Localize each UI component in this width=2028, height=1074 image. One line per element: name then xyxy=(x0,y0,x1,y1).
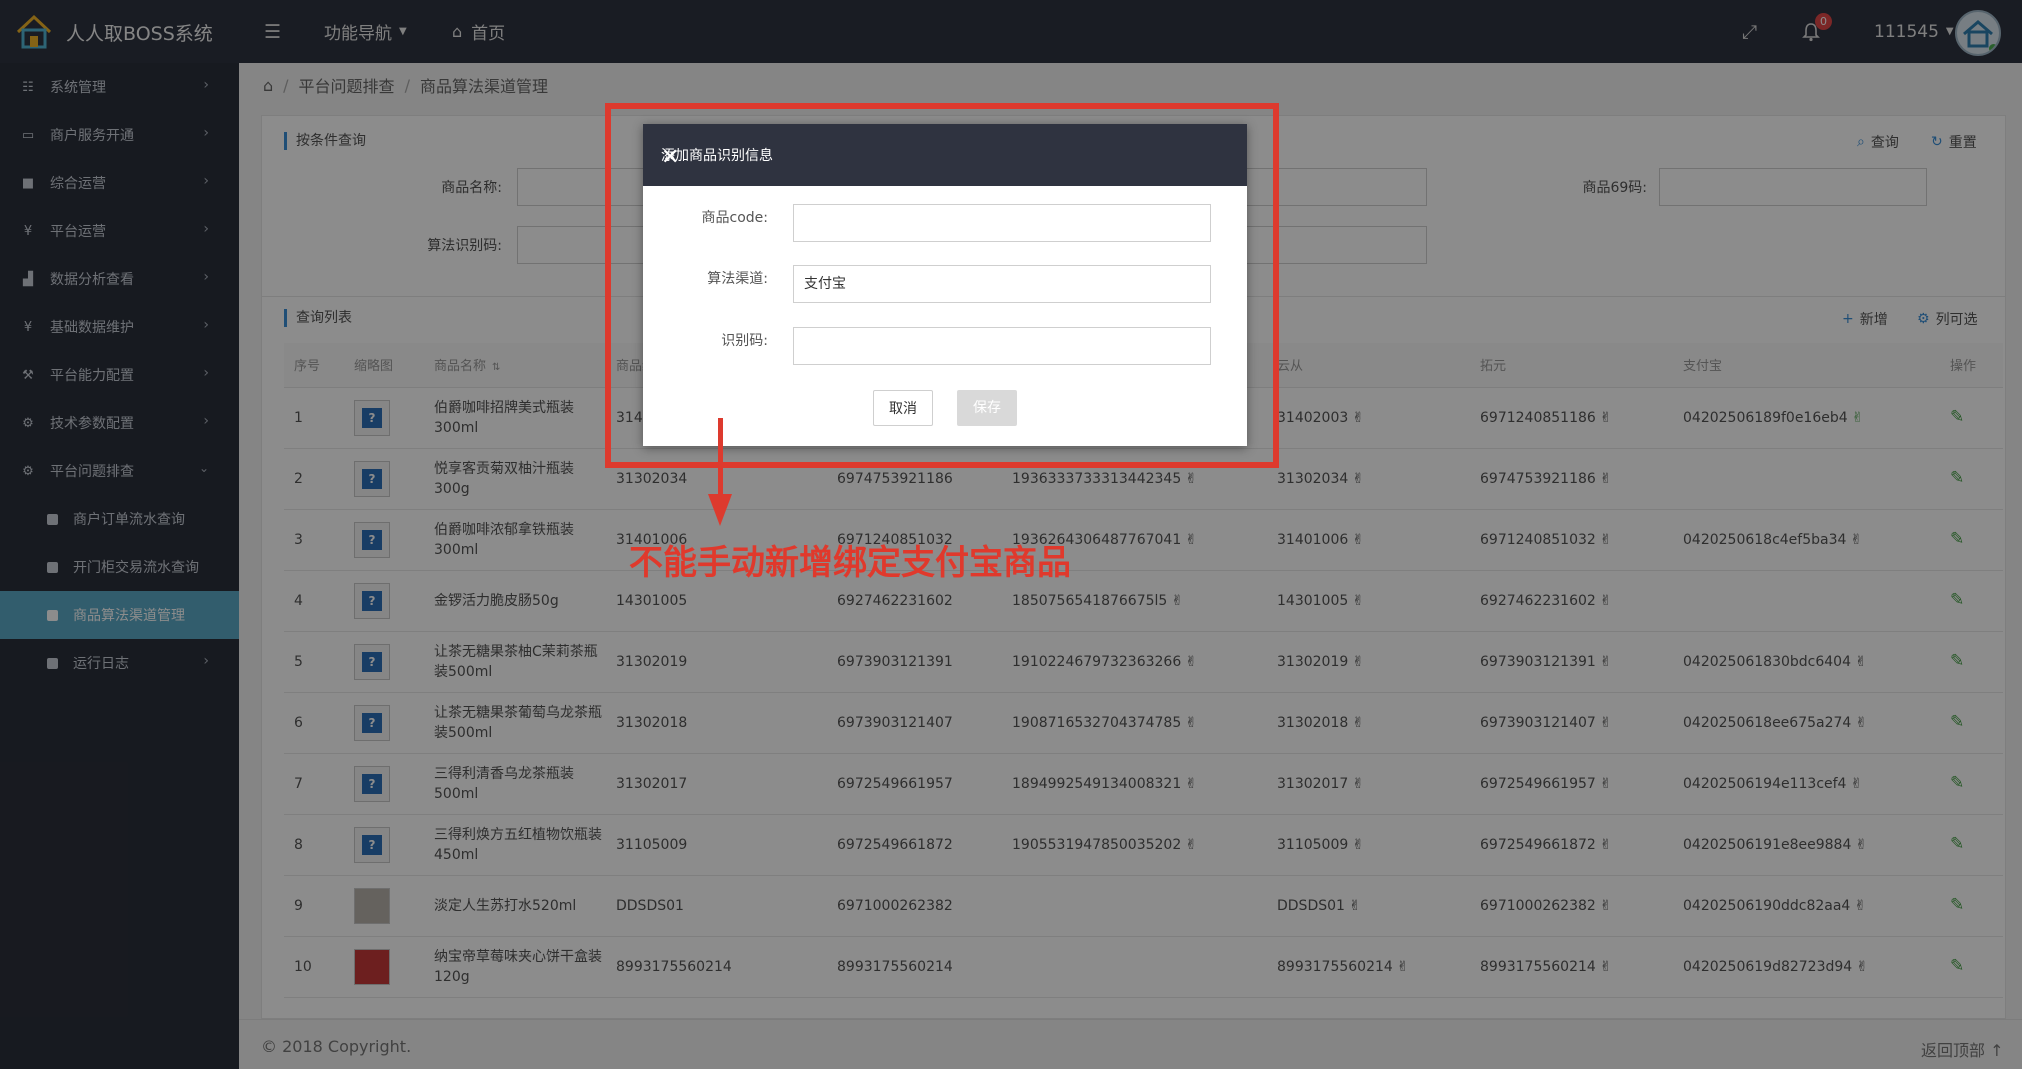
annotation-text: 不能手动新增绑定支付宝商品 xyxy=(629,543,1071,583)
annotation-arrow-head xyxy=(708,494,732,526)
annotation-arrow-line xyxy=(718,418,723,496)
annotation-box xyxy=(605,103,1279,468)
app-window: 人人取BOSS系统 ☰ 功能导航 ▼ ⌂ 首页 ⤢ 0 111545 ▼ ☷ 系… xyxy=(0,0,2028,1074)
window-edge xyxy=(2022,0,2028,1074)
window-edge xyxy=(0,1069,2028,1074)
